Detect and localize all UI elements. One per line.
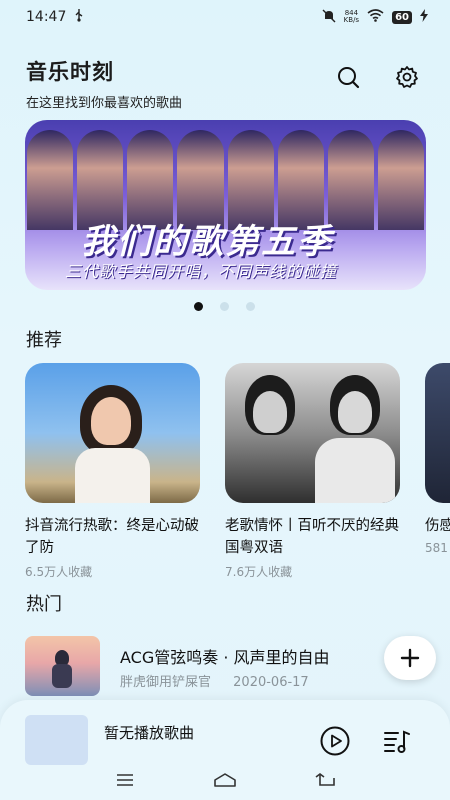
add-button[interactable] xyxy=(384,636,436,680)
banner-title: 我们的歌第五季 xyxy=(81,222,333,262)
menu-button[interactable] xyxy=(110,768,140,792)
carousel-dot[interactable] xyxy=(220,302,229,311)
playlist-title: 老歌情怀丨百听不厌的经典国粤双语 xyxy=(225,518,399,556)
battery-indicator: 60 xyxy=(392,10,412,24)
page-title: 音乐时刻 xyxy=(26,60,114,84)
search-icon xyxy=(338,67,360,89)
hot-item-meta: 胖虎御用铲屎官 2020-06-17 xyxy=(120,671,309,690)
net-speed: 844 KB/s xyxy=(343,9,360,24)
now-playing-cover xyxy=(25,715,88,765)
hot-list-item[interactable]: ACG管弦鸣奏 · 风声里的自由 胖虎御用铲屎官 2020-06-17 xyxy=(25,636,425,698)
usb-icon xyxy=(74,8,84,26)
now-playing-title: 暂无播放歌曲 xyxy=(104,724,195,742)
status-time: 14:47 xyxy=(26,9,67,25)
playlist-favorites: 581 xyxy=(425,541,448,555)
page-subtitle: 在这里找到你最喜欢的歌曲 xyxy=(26,96,183,111)
carousel-indicator xyxy=(194,302,255,311)
recommend-list: 抖音流行热歌：终是心动破了防 6.5万人收藏 老歌情怀丨百听不厌的经典国粤双语 … xyxy=(25,363,450,583)
banner-carousel[interactable]: 我们的歌第五季 三代歌手共同开唱，不同声线的碰撞 xyxy=(25,120,426,290)
playlist-cover xyxy=(25,363,200,503)
home-icon xyxy=(214,773,236,787)
section-title-hot: 热门 xyxy=(26,594,62,615)
play-button[interactable] xyxy=(318,724,352,758)
playlist-button[interactable] xyxy=(380,724,414,758)
carousel-dot[interactable] xyxy=(246,302,255,311)
playlist-card[interactable]: 抖音流行热歌：终是心动破了防 6.5万人收藏 xyxy=(25,363,200,580)
play-icon xyxy=(320,726,350,756)
section-title-recommend: 推荐 xyxy=(26,330,62,351)
hot-item-title: ACG管弦鸣奏 · 风声里的自由 xyxy=(120,648,330,667)
hot-item-cover xyxy=(25,636,100,696)
back-icon xyxy=(315,773,335,786)
plus-icon xyxy=(400,648,420,668)
playlist-title: 抖音流行热歌：终是心动破了防 xyxy=(25,518,199,556)
system-nav-bar xyxy=(0,762,450,800)
playlist-card[interactable]: 伤感记得 581 xyxy=(425,363,450,555)
charging-icon xyxy=(420,9,428,25)
home-button[interactable] xyxy=(210,768,240,792)
playlist-cover xyxy=(425,363,450,503)
gear-icon xyxy=(396,66,418,88)
hot-item-date: 2020-06-17 xyxy=(233,675,309,690)
mute-icon xyxy=(322,9,336,26)
status-bar: 14:47 844 KB/s 60 xyxy=(0,0,450,34)
search-button[interactable] xyxy=(333,62,363,92)
playlist-favorites: 7.6万人收藏 xyxy=(225,565,293,579)
playlist-cover xyxy=(225,363,400,503)
back-button[interactable] xyxy=(310,768,340,792)
page-header: 音乐时刻 在这里找到你最喜欢的歌曲 xyxy=(26,56,182,111)
playlist-icon xyxy=(384,730,410,753)
playlist-card[interactable]: 老歌情怀丨百听不厌的经典国粤双语 7.6万人收藏 xyxy=(225,363,400,580)
settings-button[interactable] xyxy=(392,62,422,92)
playlist-title: 伤感记得 xyxy=(425,518,450,534)
wifi-icon xyxy=(367,9,384,25)
banner-subtitle: 三代歌手共同开唱，不同声线的碰撞 xyxy=(65,262,338,281)
playlist-favorites: 6.5万人收藏 xyxy=(25,565,93,579)
menu-icon xyxy=(117,774,133,786)
carousel-dot[interactable] xyxy=(194,302,203,311)
hot-item-author: 胖虎御用铲屎官 xyxy=(120,675,212,690)
